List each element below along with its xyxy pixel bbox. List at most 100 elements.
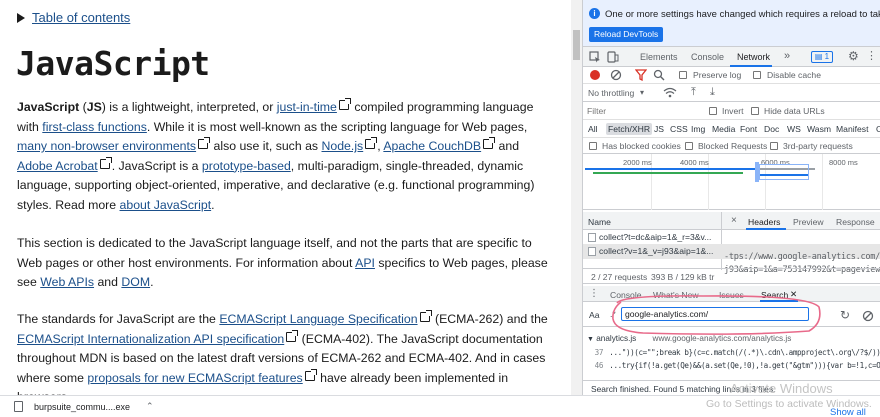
type-wasm[interactable]: Wasm <box>807 124 831 134</box>
has-blocked-cookies-checkbox[interactable] <box>589 142 597 150</box>
acrobat-link[interactable]: Adobe Acrobat <box>17 159 98 173</box>
close-detail-button[interactable]: × <box>731 215 737 226</box>
just-in-time-link[interactable]: just-in-time <box>277 100 337 114</box>
device-toolbar-icon[interactable] <box>607 51 619 63</box>
settings-gear-icon[interactable]: ⚙ <box>848 50 859 62</box>
result-line[interactable]: 37 ..."))(c="";break b}(c=c.match(/(.*)\… <box>583 348 880 357</box>
proposals-link[interactable]: proposals for new ECMAScript features <box>87 371 302 385</box>
line-number: 46 <box>594 361 604 370</box>
dom-link[interactable]: DOM <box>121 275 150 289</box>
network-conditions-icon[interactable] <box>663 87 677 99</box>
first-class-functions-link[interactable]: first-class functions <box>42 120 147 134</box>
line-number: 37 <box>594 348 604 357</box>
timeline-bar <box>593 172 743 174</box>
network-overview[interactable]: 2000 ms 4000 ms 6000 ms 8000 ms <box>583 154 880 210</box>
search-icon[interactable] <box>653 69 665 81</box>
clear-icon[interactable] <box>610 69 622 81</box>
reload-devtools-button[interactable]: Reload DevTools <box>589 27 664 42</box>
drawer-tab-console[interactable]: Console <box>610 290 642 300</box>
tab-network[interactable]: Network <box>737 52 770 62</box>
bold-term: JS <box>86 100 102 114</box>
nodejs-link[interactable]: Node.js <box>322 139 364 153</box>
api-link[interactable]: API <box>355 256 375 270</box>
issues-badge[interactable]: ▤ 1 <box>811 51 833 63</box>
toc-link[interactable]: Table of contents <box>32 10 130 25</box>
page-title: JavaScript <box>16 44 210 83</box>
download-filename[interactable]: burpsuite_commu....exe <box>34 402 130 412</box>
regex-toggle[interactable]: .* <box>610 309 616 319</box>
ecma-262-link[interactable]: ECMAScript Language Specification <box>219 312 417 326</box>
table-of-contents-toggle[interactable]: Table of contents <box>17 10 130 25</box>
type-css[interactable]: CSS <box>670 124 688 134</box>
prototype-based-link[interactable]: prototype-based <box>202 159 291 173</box>
export-har-icon[interactable]: ⤓ <box>710 86 715 98</box>
text: and <box>495 139 520 153</box>
request-row[interactable]: collect?t=dc&aip=1&_r=3&v... <box>583 230 880 244</box>
text: and <box>94 275 122 289</box>
clear-search-icon[interactable] <box>862 310 874 322</box>
preserve-log-checkbox[interactable] <box>679 71 687 79</box>
type-other[interactable]: O <box>876 124 880 134</box>
ecma-402-link[interactable]: ECMAScript Internationalization API spec… <box>17 332 284 346</box>
result-file-header[interactable]: ▼ analytics.js www.google-analytics.com/… <box>583 334 791 343</box>
filter-funnel-icon[interactable] <box>635 69 647 81</box>
page-scrollbar[interactable] <box>571 0 582 395</box>
filter-input[interactable] <box>587 105 697 117</box>
tab-preview[interactable]: Preview <box>793 217 824 227</box>
blocked-requests-checkbox[interactable] <box>685 142 693 150</box>
search-input[interactable]: google-analytics.com/ <box>621 307 809 321</box>
tick-label: 4000 ms <box>680 158 709 167</box>
result-line[interactable]: 46 ...try{if(!a.get(Qe)&&(a.set(Qe,!0),!… <box>583 361 880 370</box>
refresh-icon[interactable]: ↻ <box>840 309 850 321</box>
drawer-tab-issues[interactable]: Issues <box>719 290 744 300</box>
type-img[interactable]: Img <box>691 124 705 134</box>
tab-elements[interactable]: Elements <box>640 52 678 62</box>
text: also use it, such as <box>210 139 322 153</box>
type-fetch-xhr[interactable]: Fetch/XHR <box>606 123 653 135</box>
import-har-icon[interactable]: ⤒ <box>691 86 696 98</box>
web-apis-link[interactable]: Web APIs <box>40 275 94 289</box>
throttling-select[interactable]: No throttling <box>588 88 634 98</box>
invert-checkbox[interactable] <box>709 107 717 115</box>
file-icon <box>588 233 596 242</box>
type-manifest[interactable]: Manifest <box>836 124 868 134</box>
has-blocked-cookies-label: Has blocked cookies <box>602 141 681 151</box>
close-search-tab-icon[interactable]: ✕ <box>790 289 797 300</box>
drawer-tab-whats-new[interactable]: What's New <box>653 290 699 300</box>
type-ws[interactable]: WS <box>787 124 801 134</box>
info-icon: i <box>589 8 600 19</box>
filter-bar: Invert Hide data URLs <box>583 102 880 120</box>
more-options-icon[interactable]: ⋮ <box>866 50 877 62</box>
type-js[interactable]: JS <box>654 124 664 134</box>
match-case-toggle[interactable]: Aa <box>589 310 600 320</box>
scope-paragraph: This section is dedicated to the JavaScr… <box>17 234 557 293</box>
external-link-icon <box>286 329 299 342</box>
chevron-up-icon[interactable]: ⌃ <box>146 401 154 412</box>
couchdb-link[interactable]: Apache CouchDB <box>383 139 481 153</box>
scrollbar-thumb[interactable] <box>573 30 580 60</box>
standards-paragraph: The standards for JavaScript are the ECM… <box>17 310 557 395</box>
name-column-header[interactable]: Name <box>588 217 611 227</box>
tab-console[interactable]: Console <box>691 52 724 62</box>
record-icon[interactable] <box>590 70 600 80</box>
tab-headers[interactable]: Headers <box>748 217 780 227</box>
type-media[interactable]: Media <box>712 124 735 134</box>
about-javascript-link[interactable]: about JavaScript <box>120 198 212 212</box>
more-tabs-button[interactable]: » <box>784 50 790 62</box>
network-status-bar: 2 / 27 requests 393 B / 129 kB tr <box>583 268 880 284</box>
type-font[interactable]: Font <box>740 124 757 134</box>
tab-response[interactable]: Response <box>836 217 875 227</box>
file-icon <box>588 247 596 256</box>
type-all[interactable]: All <box>588 124 598 134</box>
third-party-checkbox[interactable] <box>770 142 778 150</box>
type-doc[interactable]: Doc <box>764 124 779 134</box>
show-all-downloads-link[interactable]: Show all <box>830 407 866 417</box>
drawer-menu-icon[interactable]: ⋮ <box>589 288 599 299</box>
hide-data-urls-checkbox[interactable] <box>751 107 759 115</box>
disable-cache-checkbox[interactable] <box>753 71 761 79</box>
drawer-tab-search[interactable]: Search <box>761 290 788 300</box>
search-results: ▼ analytics.js www.google-analytics.com/… <box>583 334 880 374</box>
inspect-element-icon[interactable] <box>589 51 601 63</box>
non-browser-link[interactable]: many non-browser environments <box>17 139 196 153</box>
selection-window[interactable] <box>759 164 809 180</box>
